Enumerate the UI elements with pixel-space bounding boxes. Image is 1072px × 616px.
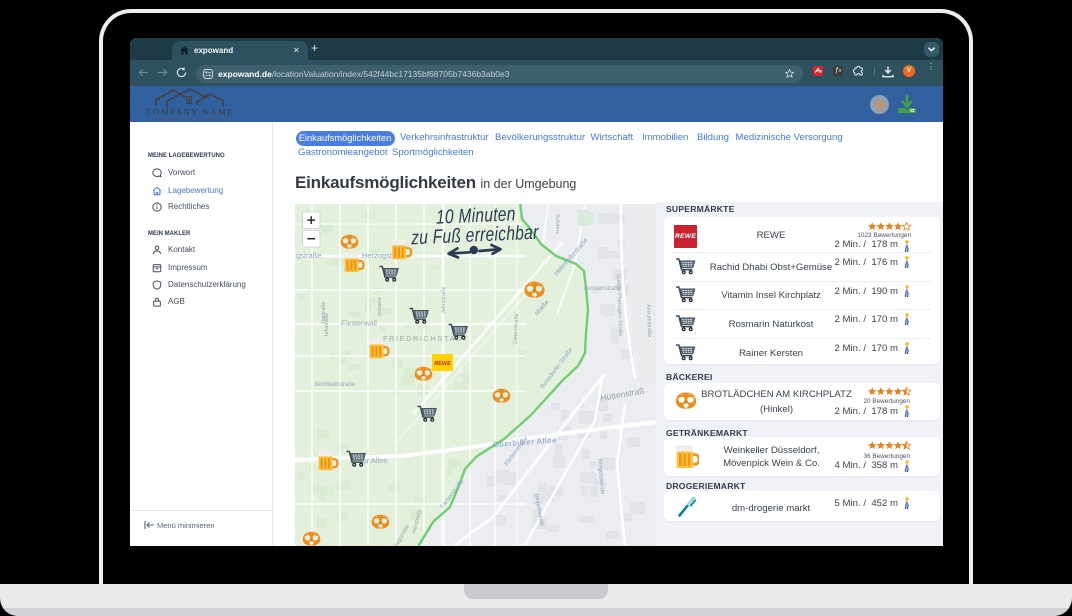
svg-text:Herzogstr: Herzogstr: [362, 251, 395, 260]
svg-text:er Allee: er Allee: [362, 456, 387, 466]
svg-text:Amrumstraße: Amrumstraße: [645, 304, 652, 338]
svg-text:Kirchfeldstraße: Kirchfeldstraße: [315, 382, 356, 388]
svg-text:COMPANY NAME: COMPANY NAME: [146, 108, 234, 117]
svg-text:nstraße: nstraße: [377, 297, 383, 316]
svg-text:Jahnstraße: Jahnstraße: [441, 286, 447, 314]
svg-text:REWE: REWE: [434, 361, 451, 367]
svg-text:Zietenstraße: Zietenstraße: [513, 313, 520, 344]
svg-text:Talstraße: Talstraße: [321, 301, 327, 324]
svg-text:Schirme: Schirme: [554, 214, 560, 234]
svg-text:Fürstenwall: Fürstenwall: [341, 321, 377, 328]
svg-text:gstraße: gstraße: [296, 251, 321, 260]
